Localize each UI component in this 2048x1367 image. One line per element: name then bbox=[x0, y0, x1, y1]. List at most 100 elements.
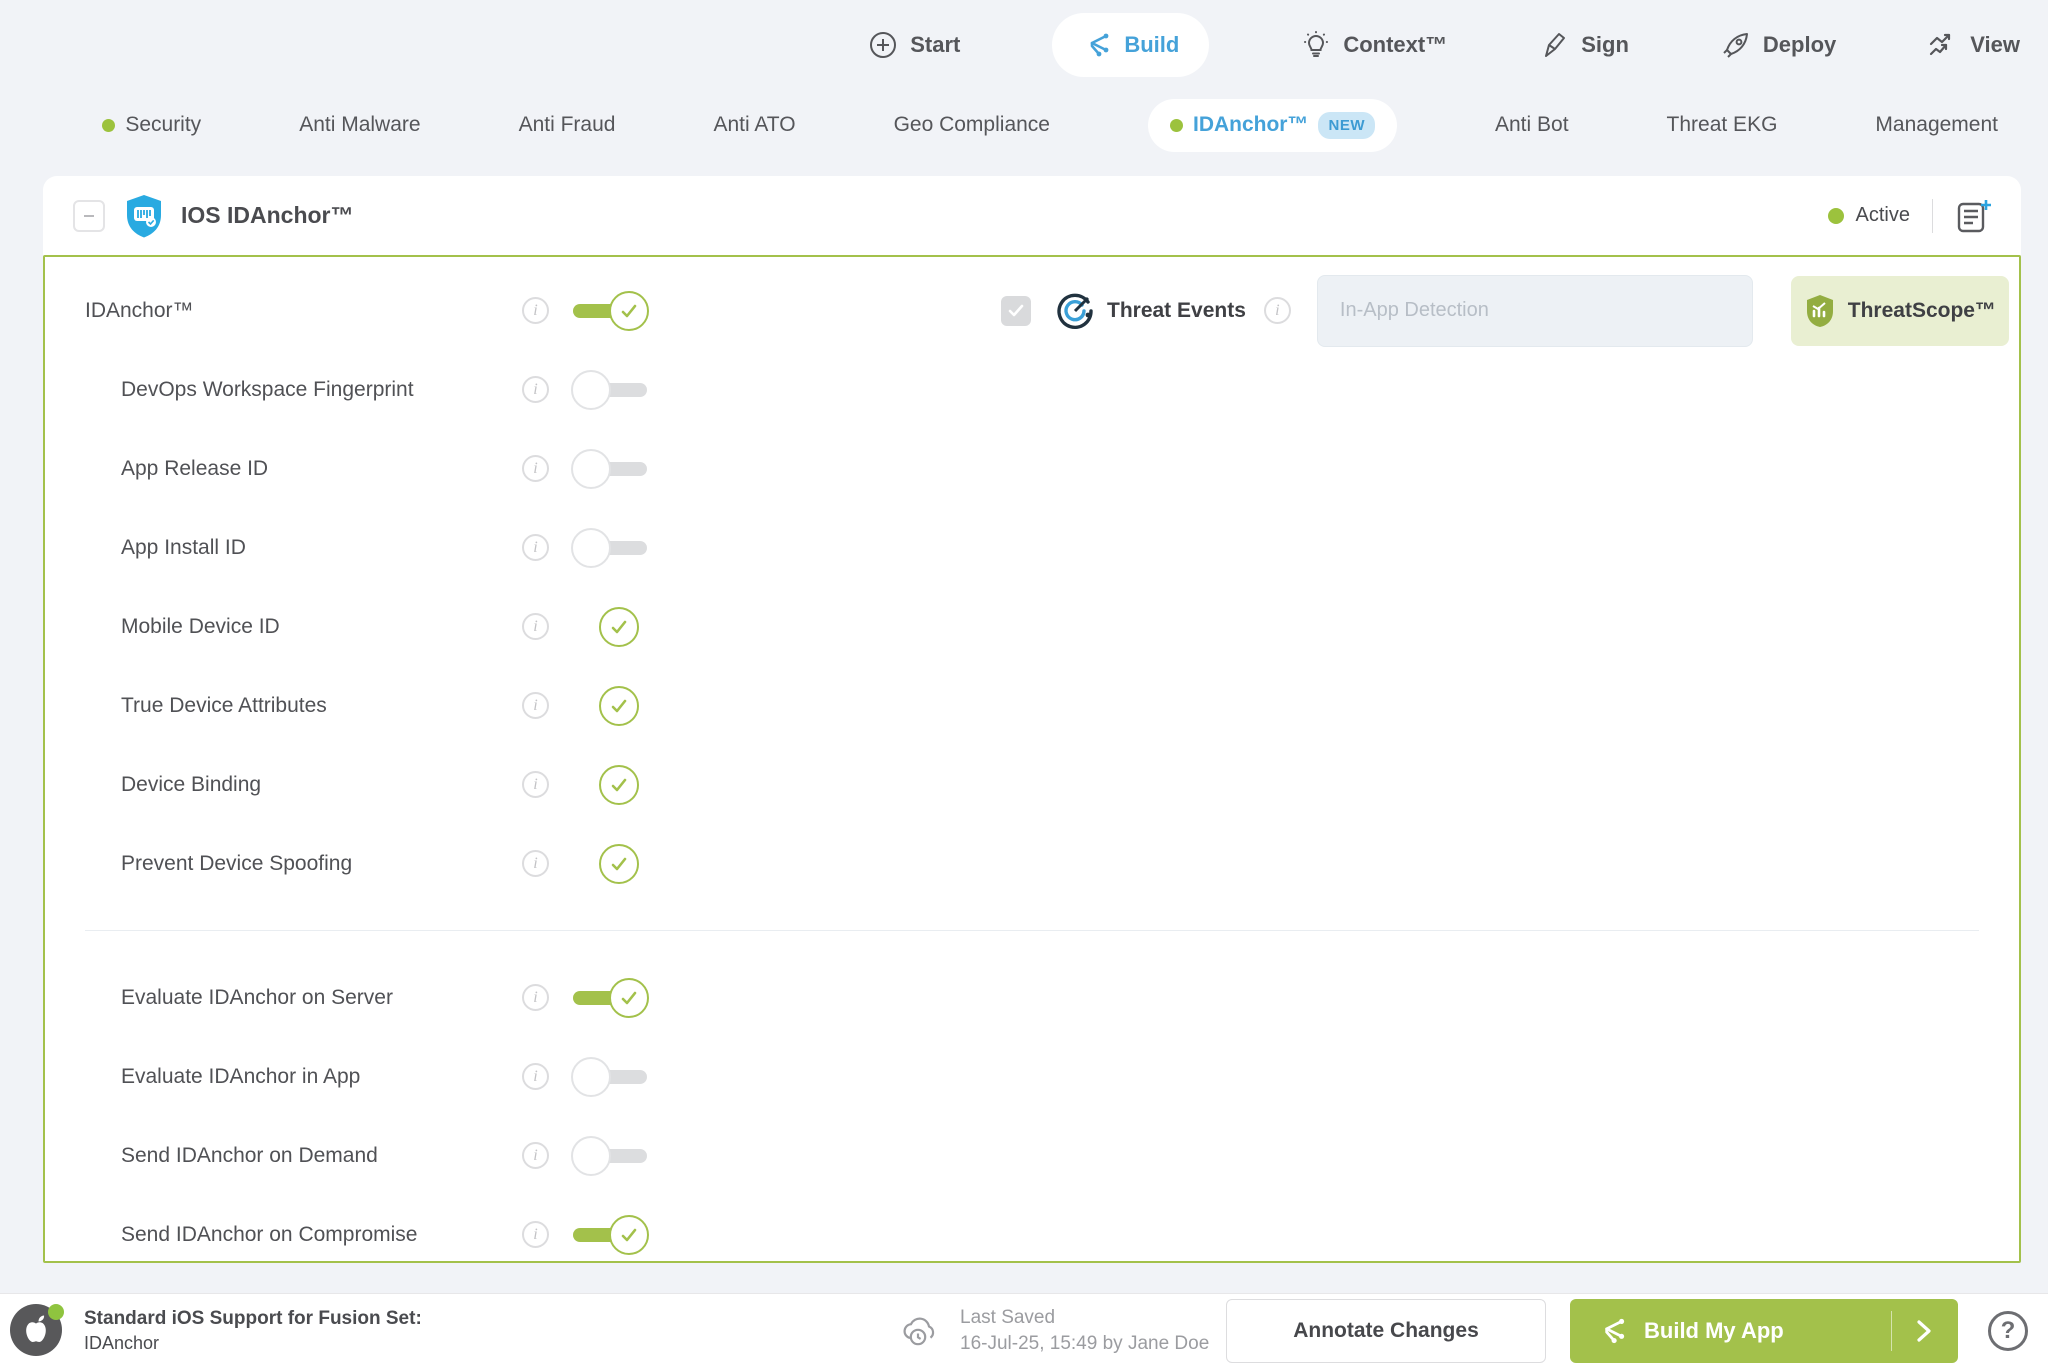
device-binding-toggle[interactable] bbox=[571, 764, 649, 806]
info-icon[interactable]: i bbox=[522, 984, 549, 1011]
info-icon[interactable]: i bbox=[522, 297, 549, 324]
toggle-label: Evaluate IDAnchor on Server bbox=[121, 985, 393, 1009]
prevent-device-spoofing-toggle[interactable] bbox=[571, 843, 649, 885]
collapse-button[interactable] bbox=[73, 199, 105, 232]
info-icon[interactable]: i bbox=[522, 850, 549, 877]
subnav-geo-compliance[interactable]: Geo Compliance bbox=[894, 113, 1050, 137]
toggle-label: App Install ID bbox=[121, 535, 246, 559]
add-note-icon[interactable] bbox=[1955, 198, 1993, 234]
evaluate-idanchor-on-server-toggle[interactable] bbox=[571, 977, 649, 1019]
annotate-changes-button[interactable]: Annotate Changes bbox=[1226, 1298, 1546, 1363]
info-icon[interactable]: i bbox=[522, 771, 549, 798]
threat-events-label: Threat Events bbox=[1107, 298, 1246, 322]
app-release-id-toggle[interactable] bbox=[571, 448, 649, 490]
tab-label: View bbox=[1970, 32, 2020, 57]
idanchor-toggle[interactable] bbox=[571, 290, 649, 332]
enabled-dot-icon bbox=[102, 118, 116, 132]
toggle-label: Device Binding bbox=[121, 772, 262, 796]
toggle-row: Send IDAnchor on Demand i bbox=[45, 1116, 2019, 1195]
toggle-label: Prevent Device Spoofing bbox=[121, 851, 353, 875]
toggle-row: DevOps Workspace Fingerprint i bbox=[45, 350, 2019, 429]
info-icon[interactable]: i bbox=[522, 1063, 549, 1090]
check-icon bbox=[611, 778, 627, 791]
tab-label: Build bbox=[1124, 32, 1180, 57]
app-install-id-toggle[interactable] bbox=[571, 527, 649, 569]
subnav-security[interactable]: Security bbox=[102, 113, 201, 137]
subnav-management[interactable]: Management bbox=[1875, 113, 1998, 137]
ios-platform-badge bbox=[10, 1303, 64, 1358]
toggle-knob bbox=[599, 843, 639, 884]
help-button[interactable]: ? bbox=[1988, 1310, 2028, 1351]
toggle-knob bbox=[599, 685, 639, 726]
shield-chart-icon bbox=[1806, 294, 1833, 327]
info-icon[interactable]: i bbox=[522, 613, 549, 640]
toggle-knob bbox=[571, 1056, 611, 1097]
tab-sign[interactable]: Sign bbox=[1539, 30, 1629, 60]
toggle-row: Mobile Device ID i bbox=[45, 587, 2019, 666]
build-my-app-button[interactable]: Build My App bbox=[1570, 1298, 1958, 1363]
tab-deploy[interactable]: Deploy bbox=[1721, 30, 1836, 60]
in-app-detection-input[interactable] bbox=[1316, 274, 1753, 347]
evaluate-idanchor-in-app-toggle[interactable] bbox=[571, 1056, 649, 1098]
toggle-label: True Device Attributes bbox=[121, 693, 327, 717]
tab-view[interactable]: View bbox=[1928, 30, 2020, 60]
check-icon bbox=[611, 699, 627, 712]
check-icon bbox=[621, 1228, 637, 1241]
tab-context[interactable]: Context™ bbox=[1301, 30, 1447, 60]
threat-events-checkbox[interactable] bbox=[1001, 295, 1031, 326]
tab-label: Deploy bbox=[1762, 32, 1837, 57]
true-device-attributes-toggle[interactable] bbox=[571, 685, 649, 727]
info-icon[interactable]: i bbox=[522, 455, 549, 482]
apple-icon bbox=[26, 1315, 46, 1342]
build-button-label: Build My App bbox=[1644, 1317, 1784, 1343]
devops-workspace-fingerprint-toggle[interactable] bbox=[571, 369, 649, 411]
info-icon[interactable]: i bbox=[522, 534, 549, 561]
subnav-anti-malware[interactable]: Anti Malware bbox=[299, 113, 420, 137]
tab-label: Context™ bbox=[1343, 32, 1448, 57]
subnav-anti-fraud[interactable]: Anti Fraud bbox=[519, 113, 616, 137]
fusion-set-info: Standard iOS Support for Fusion Set: IDA… bbox=[84, 1308, 422, 1354]
sub-nav: Security Anti Malware Anti Fraud Anti AT… bbox=[0, 90, 2048, 160]
toggle-row: Prevent Device Spoofing i bbox=[45, 824, 2019, 903]
toggle-row: Evaluate IDAnchor on Server i bbox=[45, 958, 2019, 1037]
check-icon bbox=[1008, 304, 1024, 316]
pen-icon bbox=[1545, 33, 1566, 57]
subnav-anti-bot[interactable]: Anti Bot bbox=[1495, 113, 1569, 137]
toggle-label: DevOps Workspace Fingerprint bbox=[121, 377, 414, 401]
subnav-anti-ato[interactable]: Anti ATO bbox=[713, 113, 795, 137]
last-saved-group: Last Saved 16-Jul-25, 15:49 by Jane Doe bbox=[898, 1305, 1209, 1356]
toggle-label: Send IDAnchor on Demand bbox=[121, 1143, 378, 1167]
threatscope-label: ThreatScope™ bbox=[1847, 298, 1996, 322]
info-icon[interactable]: i bbox=[522, 376, 549, 403]
toggle-knob bbox=[599, 606, 639, 647]
threatscope-button[interactable]: ThreatScope™ bbox=[1790, 275, 2009, 346]
info-icon[interactable]: i bbox=[1263, 297, 1291, 324]
fusion-icon bbox=[1091, 33, 1109, 57]
status-dot-icon bbox=[1827, 207, 1844, 224]
footer-bar: Standard iOS Support for Fusion Set: IDA… bbox=[0, 1293, 2048, 1367]
info-icon[interactable]: i bbox=[522, 1142, 549, 1169]
toggle-label: Mobile Device ID bbox=[121, 614, 280, 638]
send-idanchor-on-compromise-toggle[interactable] bbox=[571, 1214, 649, 1256]
toggle-row: Device Binding i bbox=[45, 745, 2019, 824]
threat-events-group: Threat Events i ThreatScope™ bbox=[1001, 274, 2009, 347]
idanchor-settings-panel: IDAnchor™ i Threat Events i In-App Detec… bbox=[43, 255, 2021, 1263]
check-icon bbox=[611, 620, 627, 633]
mobile-device-id-toggle[interactable] bbox=[571, 606, 649, 648]
idanchor-card: IOS IDAnchor™ Active IDAnchor™ i Threat … bbox=[43, 176, 2021, 1263]
tab-build[interactable]: Build bbox=[1052, 13, 1210, 77]
subnav-threat-ekg[interactable]: Threat EKG bbox=[1667, 113, 1778, 137]
toggle-label: Evaluate IDAnchor in App bbox=[121, 1064, 361, 1088]
info-icon[interactable]: i bbox=[522, 692, 549, 719]
info-icon[interactable]: i bbox=[522, 1221, 549, 1248]
subnav-label: IDAnchor™ bbox=[1192, 113, 1309, 136]
send-idanchor-on-demand-toggle[interactable] bbox=[571, 1135, 649, 1177]
toggle-row: True Device Attributes i bbox=[45, 666, 2019, 745]
tab-start[interactable]: Start bbox=[868, 30, 960, 60]
subnav-label: Management bbox=[1875, 113, 1998, 136]
last-saved-text: Last Saved 16-Jul-25, 15:49 by Jane Doe bbox=[960, 1305, 1209, 1356]
subnav-idanchor[interactable]: IDAnchor™ NEW bbox=[1147, 98, 1397, 152]
fusion-icon bbox=[1605, 1318, 1625, 1343]
toggle-knob bbox=[571, 1135, 611, 1176]
feature-row: IDAnchor™ i Threat Events i In-App Detec… bbox=[45, 271, 2019, 350]
